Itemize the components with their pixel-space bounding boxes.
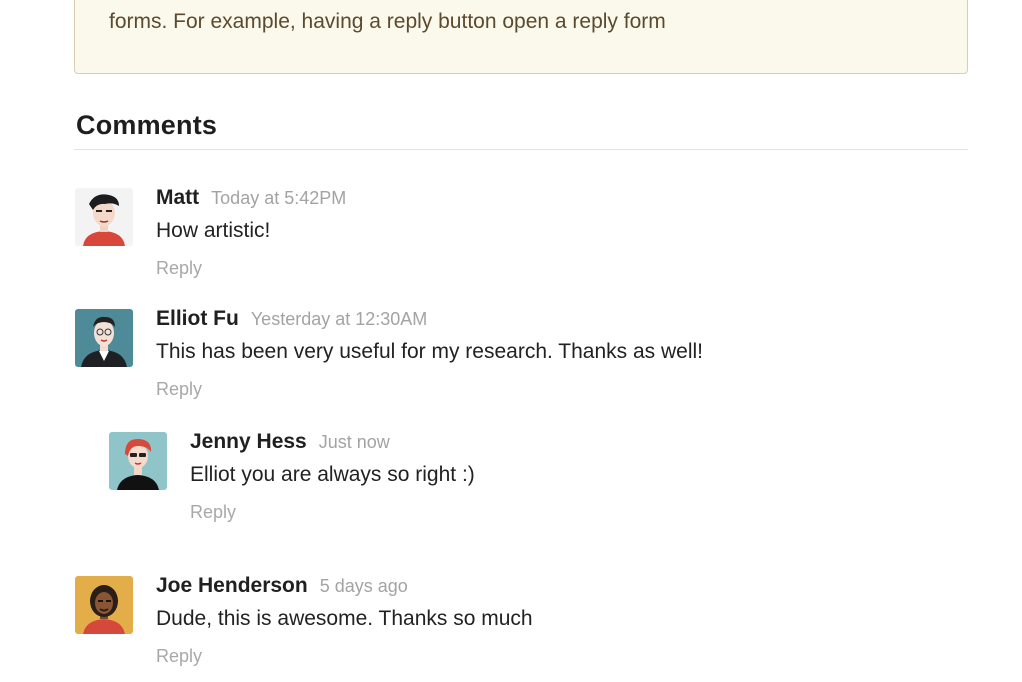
avatar-matt-icon[interactable] (75, 188, 133, 246)
comment-time: 5 days ago (319, 576, 408, 596)
notice-box: forms. For example, having a reply butto… (74, 0, 968, 74)
comment-author[interactable]: Elliot Fu (156, 307, 239, 330)
avatar-joe-icon[interactable] (75, 576, 133, 634)
comments-heading: Comments (76, 110, 218, 140)
comment-meta: Elliot Fu Yesterday at 12:30AM (156, 307, 427, 331)
reply-button[interactable]: Reply (190, 502, 236, 523)
comment-text: Dude, this is awesome. Thanks so much (156, 607, 533, 630)
comment-meta: Jenny Hess Just now (190, 430, 390, 454)
comment-author[interactable]: Joe Henderson (156, 574, 308, 597)
comment-time: Today at 5:42PM (211, 188, 347, 208)
comment-meta: Matt Today at 5:42PM (156, 186, 346, 210)
reply-button[interactable]: Reply (156, 379, 202, 400)
notice-text: forms. For example, having a reply butto… (109, 10, 666, 33)
comment-author[interactable]: Matt (156, 186, 199, 209)
comment-text: Elliot you are always so right :) (190, 463, 475, 486)
comment-text: This has been very useful for my researc… (156, 340, 704, 363)
reply-button[interactable]: Reply (156, 646, 202, 667)
comments-divider (74, 149, 968, 150)
comment-text: How artistic! (156, 219, 271, 242)
avatar-elliot-icon[interactable] (75, 309, 133, 367)
comment-time: Just now (318, 432, 390, 452)
comment-meta: Joe Henderson 5 days ago (156, 574, 408, 598)
comment-time: Yesterday at 12:30AM (250, 309, 428, 329)
reply-button[interactable]: Reply (156, 258, 202, 279)
comment-author[interactable]: Jenny Hess (190, 430, 307, 453)
avatar-jenny-icon[interactable] (109, 432, 167, 490)
